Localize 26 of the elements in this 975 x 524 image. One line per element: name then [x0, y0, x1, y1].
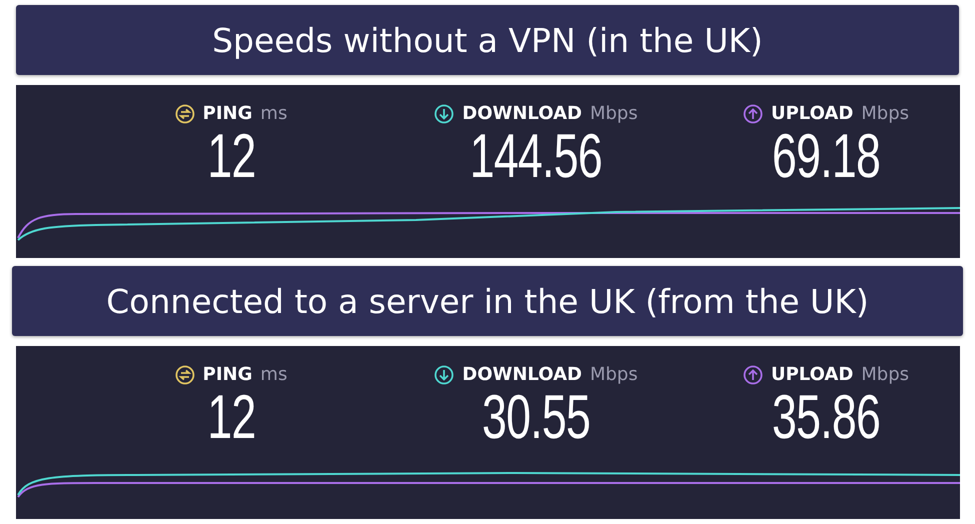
download-icon	[434, 364, 454, 384]
upload-icon	[742, 364, 763, 384]
metric-value: 12	[206, 124, 256, 190]
metric-value: 12	[206, 385, 256, 450]
metric-value: 144.56	[470, 124, 602, 190]
unit-label: Mbps	[590, 103, 638, 124]
unit-label: ms	[260, 364, 288, 385]
metric-label: PING	[202, 364, 252, 385]
section-title: Speeds without a VPN (in the UK)	[16, 5, 959, 75]
unit-label: Mbps	[590, 364, 638, 385]
upload-icon	[742, 104, 763, 124]
metric-value: 35.86	[772, 385, 880, 450]
ping-icon	[174, 364, 195, 384]
metric-value: 30.55	[482, 385, 590, 450]
metric-label: UPLOAD	[770, 364, 854, 385]
unit-label: ms	[260, 103, 288, 124]
metric-value: 69.18	[772, 124, 880, 190]
ping-icon	[174, 104, 195, 124]
unit-label: Mbps	[861, 364, 910, 385]
metric-label: UPLOAD	[770, 103, 854, 124]
section-title: Connected to a server in the UK (from the UK)	[12, 266, 963, 336]
download-icon	[434, 104, 454, 124]
metric-label: PING	[202, 103, 252, 124]
unit-label: Mbps	[861, 103, 910, 124]
metric-label: DOWNLOAD	[462, 364, 582, 385]
metric-label: DOWNLOAD	[462, 103, 582, 124]
